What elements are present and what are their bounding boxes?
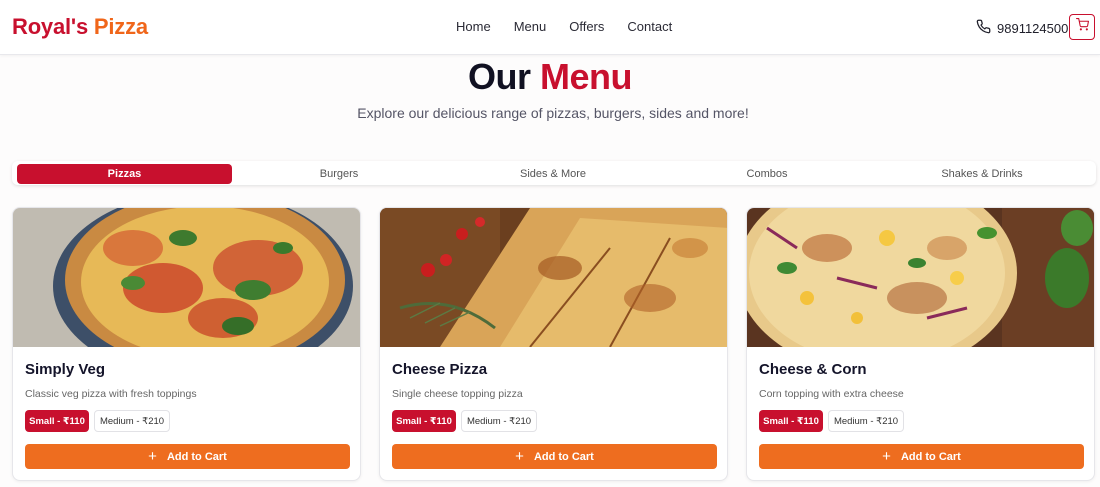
nav-link-menu[interactable]: Menu	[514, 19, 547, 34]
size-medium-button[interactable]: Medium - ₹210	[94, 410, 170, 432]
size-small-button[interactable]: Small - ₹110	[759, 410, 823, 432]
add-to-cart-button[interactable]: + Add to Cart	[25, 444, 350, 469]
brand-logo[interactable]: Royal's Pizza	[12, 14, 148, 40]
cart-icon	[1075, 18, 1089, 36]
tab-burgers[interactable]: Burgers	[232, 164, 446, 184]
add-to-cart-button[interactable]: + Add to Cart	[392, 444, 717, 469]
add-to-cart-label: Add to Cart	[900, 450, 961, 463]
logo-pizza: Pizza	[93, 14, 148, 39]
phone-icon	[976, 19, 991, 37]
item-description: Single cheese topping pizza	[392, 388, 523, 400]
site-header: Royal's Pizza Home Menu Offers Contact 9…	[0, 0, 1100, 55]
pizza-image	[747, 208, 1094, 347]
item-name: Cheese & Corn	[759, 361, 867, 378]
pizza-image	[380, 208, 727, 347]
category-tabs: Pizzas Burgers Sides & More Combos Shake…	[12, 161, 1096, 185]
item-description: Corn topping with extra cheese	[759, 388, 904, 400]
item-name: Simply Veg	[25, 361, 106, 378]
menu-card: Simply Veg Classic veg pizza with fresh …	[12, 207, 361, 481]
title-menu: Menu	[540, 56, 633, 97]
pizza-image	[13, 208, 360, 347]
size-small-button[interactable]: Small - ₹110	[392, 410, 456, 432]
logo-royals: Royal's	[12, 14, 88, 39]
page-title: Our Menu	[0, 56, 1100, 98]
plus-icon: +	[515, 448, 524, 465]
plus-icon: +	[148, 448, 157, 465]
tab-combos[interactable]: Combos	[660, 164, 874, 184]
size-small-button[interactable]: Small - ₹110	[25, 410, 89, 432]
add-to-cart-label: Add to Cart	[166, 450, 227, 463]
phone-contact[interactable]: 9891124500	[976, 19, 1068, 37]
main-nav: Home Menu Offers Contact	[456, 19, 695, 34]
plus-icon: +	[882, 448, 891, 465]
page-subtitle: Explore our delicious range of pizzas, b…	[357, 105, 749, 121]
size-medium-button[interactable]: Medium - ₹210	[828, 410, 904, 432]
tab-sides-more[interactable]: Sides & More	[446, 164, 660, 184]
phone-number: 9891124500	[997, 20, 1069, 36]
menu-card: Cheese & Corn Corn topping with extra ch…	[746, 207, 1095, 481]
add-to-cart-button[interactable]: + Add to Cart	[759, 444, 1084, 469]
add-to-cart-label: Add to Cart	[533, 450, 594, 463]
title-our: Our	[467, 56, 531, 97]
nav-link-offers[interactable]: Offers	[569, 19, 604, 34]
menu-card: Cheese Pizza Single cheese topping pizza…	[379, 207, 728, 481]
cart-button[interactable]	[1069, 14, 1095, 40]
item-description: Classic veg pizza with fresh toppings	[25, 388, 197, 400]
nav-link-home[interactable]: Home	[456, 19, 491, 34]
item-name: Cheese Pizza	[392, 361, 488, 378]
tab-shakes-drinks[interactable]: Shakes & Drinks	[874, 164, 1090, 184]
nav-link-contact[interactable]: Contact	[627, 19, 672, 34]
tab-pizzas[interactable]: Pizzas	[17, 164, 232, 184]
size-medium-button[interactable]: Medium - ₹210	[461, 410, 537, 432]
